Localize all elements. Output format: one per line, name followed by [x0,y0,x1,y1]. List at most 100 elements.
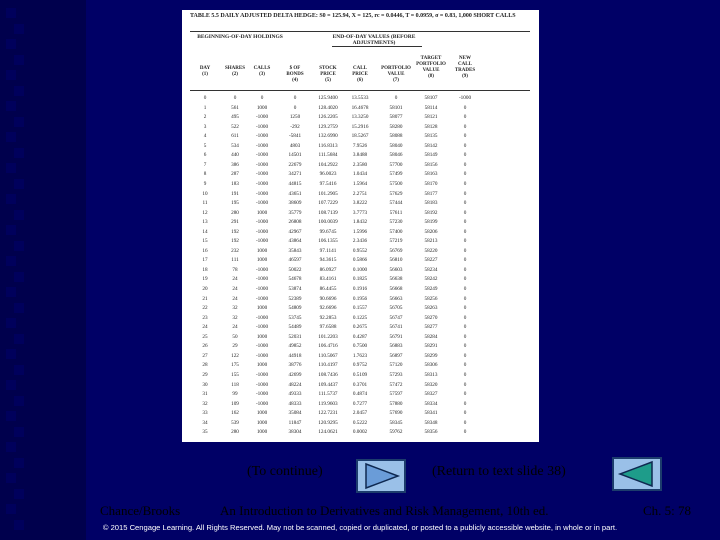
table-cell: 83.4161 [319,276,337,283]
table-cell: 38304 [288,429,302,436]
table-header-cell: $ OF BONDS (4) [286,66,304,83]
table-cell: 58077 [389,114,403,121]
table-cell: 0.9752 [352,362,368,369]
table-cell: 49852 [288,343,302,350]
table-cell: 58299 [424,352,438,359]
table-cell: 108.7139 [318,209,338,216]
decorative-square [6,8,16,18]
table-cell: 0 [463,400,467,407]
table-cell: 440 [231,152,239,159]
table-cell: 58170 [424,180,438,187]
table-cell: -1000 [255,228,269,235]
table-cell: 3.8222 [352,200,368,207]
table-cell: 0.1916 [352,286,368,292]
table-cell: 57444 [389,200,403,207]
table-cell: 58280 [389,123,403,130]
table-cell: 21 [202,295,208,302]
table-cell: 192 [231,238,239,245]
table-cell: 9 [203,180,207,187]
table-cell: 18.5267 [351,133,369,140]
decorative-square [14,395,24,406]
copyright-notice: © 2015 Cengage Learning. All Rights Rese… [102,523,618,532]
table-cell: 86.4455 [319,286,337,292]
table-cell: 175 [231,362,239,369]
table-cell: 58234 [424,266,438,273]
table-cell: 14501 [288,152,302,159]
table-cell: 58183 [424,200,438,207]
decorative-square [6,473,16,483]
table-cell: 27 [202,352,208,359]
table-cell: 58345 [389,419,403,426]
table-cell: 5 [203,142,207,149]
table-cell: -1000 [255,171,269,178]
table-cell: 0 [463,190,467,197]
table-cell: 58327 [424,391,438,398]
decorative-square [14,54,24,65]
decorative-square [6,194,16,204]
table-cell: 0.1225 [352,314,368,321]
table-cell: 291 [231,219,239,226]
table-group-header-begin: BEGINNING-OF-DAY HOLDINGS [197,34,283,40]
table-cell: 0 [463,238,467,245]
table-cell: 0 [463,314,467,321]
table-cell: -1000 [255,152,269,159]
table-cell: 0.5866 [352,257,368,264]
table-cell: 58242 [424,276,438,283]
table-cell: 116.8313 [318,142,338,149]
table-cell: 2.2751 [352,190,368,197]
table-cell: 58156 [424,161,438,168]
table-header-cell: NEW CALL TRADES (9) [454,56,476,79]
table-cell: 14 [202,228,208,235]
table-cell: 0 [463,343,467,350]
table-cell: 0 [293,104,297,111]
table-cell: 125.9400 [318,95,338,101]
table-cell: -1000 [255,286,269,292]
table-cell: 2.3580 [352,161,368,168]
table-cell: 280 [231,429,239,436]
table-cell: 56747 [389,314,403,321]
table-cell: 6 [203,152,207,159]
decorative-square [14,209,24,220]
table-cell: -1000 [255,266,269,273]
table-cell: 0 [463,333,467,340]
table-cell: 232 [231,247,239,254]
table-cell: 1 [203,104,207,111]
table-cell: 13.3250 [351,114,369,121]
return-button[interactable] [612,457,662,491]
table-cell: 1.5964 [352,180,368,187]
table-cell: 53874 [288,286,302,292]
table-cell: 57690 [389,410,403,417]
table-cell: 13 [202,219,208,226]
table-cell: 58046 [389,152,403,159]
table-cell: 58088 [389,133,403,140]
table-cell: 58121 [424,114,438,121]
table-cell: 1000 [256,362,268,369]
continue-button[interactable] [356,459,406,493]
table-cell: 0 [463,247,467,254]
table-cell: -1000 [255,200,269,207]
table-cell: 49333 [288,391,302,398]
table-cell: 24 [232,324,238,331]
table-cell: -1000 [255,314,269,321]
table-cell: 109.4437 [318,381,338,388]
table-cell: 108.7436 [318,371,338,378]
table-cell: 0 [203,95,207,101]
table-cell: 1.0434 [352,171,368,178]
left-arrow-icon [617,460,653,488]
table-cell: 57400 [389,228,403,235]
table-header-cell: CALLS (3) [253,66,271,77]
table-cell: 0 [463,219,467,226]
table-cell: 38609 [288,200,302,207]
table-cell: 0 [463,142,467,149]
table-cell: 57293 [389,371,403,378]
table-cell: -1000 [255,295,269,302]
table-cell: 0.1825 [352,276,368,283]
table-cell: 0 [463,410,467,417]
table-cell: 132.6990 [318,133,338,140]
decorative-square [6,349,16,359]
table-cell: 0 [463,266,467,273]
table-cell: 128.4020 [318,104,338,111]
decorative-square [6,256,16,266]
table-cell: 97.5416 [319,180,337,187]
table-cell: 0.7500 [352,343,368,350]
